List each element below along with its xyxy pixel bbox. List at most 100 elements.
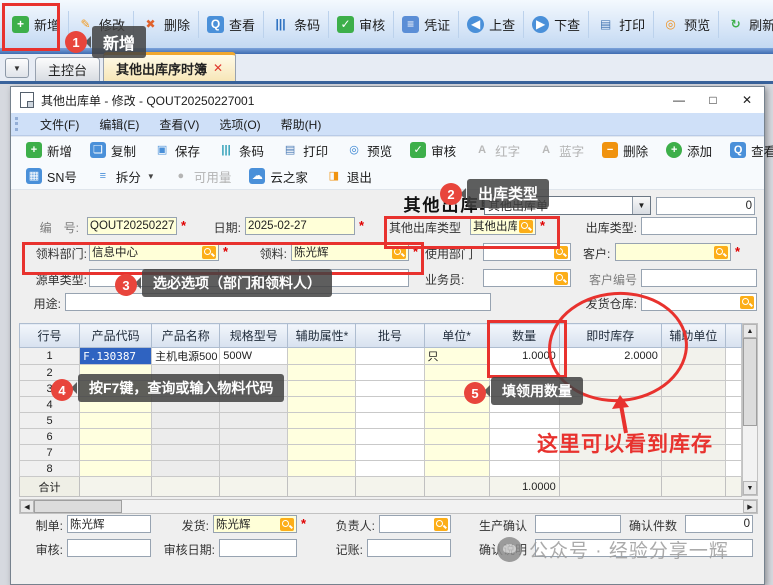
grid-cell[interactable]: 7	[20, 445, 80, 461]
shipper-field[interactable]: 陈光辉	[213, 515, 297, 533]
grid-cell[interactable]: 1	[20, 348, 80, 365]
win-view-button[interactable]: Q查看	[721, 138, 773, 163]
menu-item-4[interactable]: 帮助(H)	[272, 114, 331, 135]
lookup-icon[interactable]	[202, 246, 216, 259]
split-button[interactable]: ≡拆分▼	[86, 164, 164, 189]
grid-cell[interactable]: 500W	[220, 348, 288, 365]
lookup-icon[interactable]	[554, 272, 568, 285]
maximize-button[interactable]: □	[696, 89, 730, 111]
tab-close-icon[interactable]: ✕	[213, 61, 223, 75]
salesman-field[interactable]	[483, 269, 571, 287]
menu-item-2[interactable]: 查看(V)	[150, 114, 208, 135]
grid-cell[interactable]	[356, 381, 424, 397]
scroll-right-icon[interactable]: ▶	[743, 500, 757, 513]
grid-cell[interactable]: 5	[20, 413, 80, 429]
audit-button[interactable]: ✓审核	[329, 11, 394, 38]
refresh-button[interactable]: ↻刷新	[719, 11, 773, 38]
grid-cell[interactable]: 只	[424, 348, 489, 365]
grid-cell[interactable]	[288, 461, 356, 477]
trace-down-button[interactable]: ▶下查	[524, 11, 589, 38]
grid-cell[interactable]: 6	[20, 429, 80, 445]
lookup-icon[interactable]	[714, 246, 728, 259]
grid-cell[interactable]	[661, 397, 725, 413]
new-button[interactable]: +新增	[4, 11, 69, 38]
audit-date-field[interactable]	[219, 539, 297, 557]
grid-cell[interactable]: 1.0000	[489, 348, 559, 365]
grid-cell[interactable]	[152, 413, 220, 429]
grid-cell[interactable]	[288, 381, 356, 397]
tab-list-dropdown-button[interactable]: ▼	[5, 58, 29, 78]
scrollbar-thumb[interactable]	[743, 338, 757, 426]
confirm-count-field[interactable]: 0	[685, 515, 753, 533]
lookup-icon[interactable]	[280, 518, 294, 531]
req-dept-field[interactable]: 信息中心	[89, 243, 219, 261]
win-print-button[interactable]: ▤打印	[273, 138, 337, 163]
scrollbar-thumb[interactable]	[34, 500, 122, 513]
win-audit-button[interactable]: ✓审核	[401, 138, 465, 163]
tab-main-console[interactable]: 主控台	[35, 57, 100, 81]
bookkeeper-field[interactable]	[367, 539, 451, 557]
voucher-button[interactable]: ≡凭证	[394, 11, 459, 38]
grid-cell[interactable]	[220, 445, 288, 461]
lookup-icon[interactable]	[434, 518, 448, 531]
grid-cell[interactable]	[424, 429, 489, 445]
grid-cell[interactable]	[661, 348, 725, 365]
horizontal-scrollbar[interactable]: ◀ ▶	[19, 499, 758, 514]
grid-cell[interactable]	[220, 413, 288, 429]
out-type-field[interactable]	[641, 217, 757, 235]
scroll-up-icon[interactable]: ▲	[743, 324, 757, 338]
grid-cell[interactable]	[424, 365, 489, 381]
use-dept-field[interactable]	[483, 243, 571, 261]
sn-number-button[interactable]: ▦SN号	[17, 164, 86, 189]
grid-cell[interactable]	[288, 429, 356, 445]
grid-cell[interactable]	[661, 365, 725, 381]
auditor-field[interactable]	[67, 539, 151, 557]
grid-cell[interactable]	[725, 461, 741, 477]
grid-cell[interactable]	[725, 429, 741, 445]
leader-field[interactable]	[379, 515, 451, 533]
grid-cell[interactable]	[288, 365, 356, 381]
grid-cell[interactable]: 4	[20, 397, 80, 413]
grid-cell[interactable]	[288, 445, 356, 461]
grid-cell[interactable]	[661, 381, 725, 397]
grid-cell[interactable]	[725, 397, 741, 413]
customer-no-field[interactable]	[641, 269, 757, 287]
barcode-button[interactable]: |||条码	[264, 11, 329, 38]
win-yunzhijia-button[interactable]: ☁云之家	[240, 164, 317, 189]
other-out-type-field[interactable]: 其他出库	[470, 217, 536, 235]
view-button[interactable]: Q查看	[199, 11, 264, 38]
grid-cell[interactable]	[424, 461, 489, 477]
win-add-button[interactable]: +添加	[657, 138, 721, 163]
print-count-field[interactable]: 0	[656, 197, 755, 215]
print-button[interactable]: ▤打印	[589, 11, 654, 38]
scroll-left-icon[interactable]: ◀	[20, 500, 34, 513]
grid-cell[interactable]	[725, 445, 741, 461]
grid-cell[interactable]	[152, 445, 220, 461]
lookup-icon[interactable]	[392, 246, 406, 259]
grid-cell[interactable]	[152, 429, 220, 445]
scroll-down-icon[interactable]: ▼	[743, 481, 757, 495]
grid-cell[interactable]	[288, 413, 356, 429]
req-person-field[interactable]: 陈光辉	[291, 243, 409, 261]
vertical-scrollbar[interactable]: ▲ ▼	[742, 323, 758, 496]
customer-field[interactable]	[615, 243, 731, 261]
grid-cell[interactable]	[356, 348, 424, 365]
grid-cell[interactable]	[424, 413, 489, 429]
grid-cell[interactable]: 2.0000	[559, 348, 661, 365]
menu-item-1[interactable]: 编辑(E)	[90, 114, 148, 135]
close-button[interactable]: ✕	[730, 89, 764, 111]
grid-cell[interactable]	[489, 461, 559, 477]
grid-cell[interactable]	[356, 461, 424, 477]
maker-field[interactable]: 陈光辉	[67, 515, 151, 533]
grid-cell[interactable]	[489, 413, 559, 429]
grid-cell[interactable]	[356, 413, 424, 429]
win-new-button[interactable]: +新增	[17, 138, 81, 163]
grid-cell[interactable]	[725, 348, 741, 365]
grid-cell[interactable]	[559, 461, 661, 477]
grid-cell[interactable]	[288, 397, 356, 413]
grid-cell[interactable]: 2	[20, 365, 80, 381]
grid-cell[interactable]	[661, 413, 725, 429]
lookup-icon[interactable]	[740, 296, 754, 309]
grid-cell[interactable]	[356, 429, 424, 445]
grid-cell[interactable]	[288, 348, 356, 365]
